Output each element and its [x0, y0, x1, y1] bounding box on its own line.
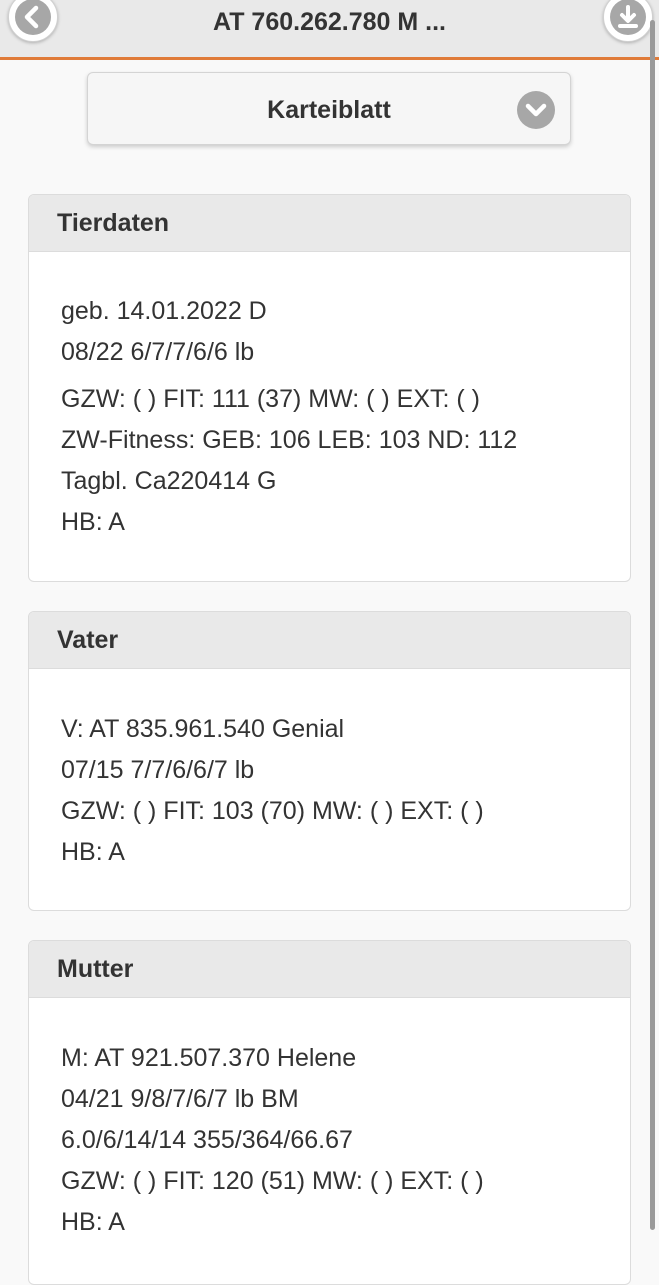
download-button[interactable]	[603, 0, 653, 42]
panel-title: Mutter	[29, 941, 630, 998]
download-icon	[618, 5, 638, 28]
panel-title: Tierdaten	[29, 195, 630, 252]
score-line: 08/22 6/7/7/6/6 lb	[61, 338, 255, 366]
view-select-value: Karteiblatt	[267, 96, 391, 124]
fitness-line: ZW-Fitness: GEB: 106 LEB: 103 ND: 112	[61, 426, 518, 454]
panel-tierdaten: Tierdaten geb. 14.01.2022 D 08/22 6/7/7/…	[28, 194, 631, 582]
breeding-values-line: GZW: ( ) FIT: 111 (37) MW: ( ) EXT: ( )	[61, 385, 480, 413]
breeding-values-line: GZW: ( ) FIT: 103 (70) MW: ( ) EXT: ( )	[61, 797, 484, 825]
view-select[interactable]: Karteiblatt	[87, 72, 571, 145]
scrollbar[interactable]	[650, 20, 655, 1230]
back-button[interactable]	[8, 0, 58, 42]
hb-line: HB: A	[61, 1208, 125, 1236]
breeding-values-line: GZW: ( ) FIT: 120 (51) MW: ( ) EXT: ( )	[61, 1167, 484, 1195]
father-id-line: V: AT 835.961.540 Genial	[61, 715, 345, 743]
page-title: AT 760.262.780 M ...	[213, 8, 446, 36]
hb-line: HB: A	[61, 838, 125, 866]
chevron-down-icon	[517, 91, 555, 129]
arrow-left-icon	[24, 5, 39, 29]
birth-line: geb. 14.01.2022 D	[61, 297, 267, 325]
performance-line: 6.0/6/14/14 355/364/66.67	[61, 1126, 353, 1154]
score-line: 07/15 7/7/6/6/7 lb	[61, 756, 255, 784]
panel-title: Vater	[29, 612, 630, 669]
panel-mutter: Mutter M: AT 921.507.370 Helene 04/21 9/…	[28, 940, 631, 1285]
mother-id-line: M: AT 921.507.370 Helene	[61, 1044, 357, 1072]
hb-line: HB: A	[61, 508, 125, 536]
panel-vater: Vater V: AT 835.961.540 Genial 07/15 7/7…	[28, 611, 631, 911]
app-header: AT 760.262.780 M ...	[0, 0, 659, 60]
score-line: 04/21 9/8/7/6/7 lb BM	[61, 1085, 299, 1113]
tagbl-line: Tagbl. Ca220414 G	[61, 467, 277, 495]
